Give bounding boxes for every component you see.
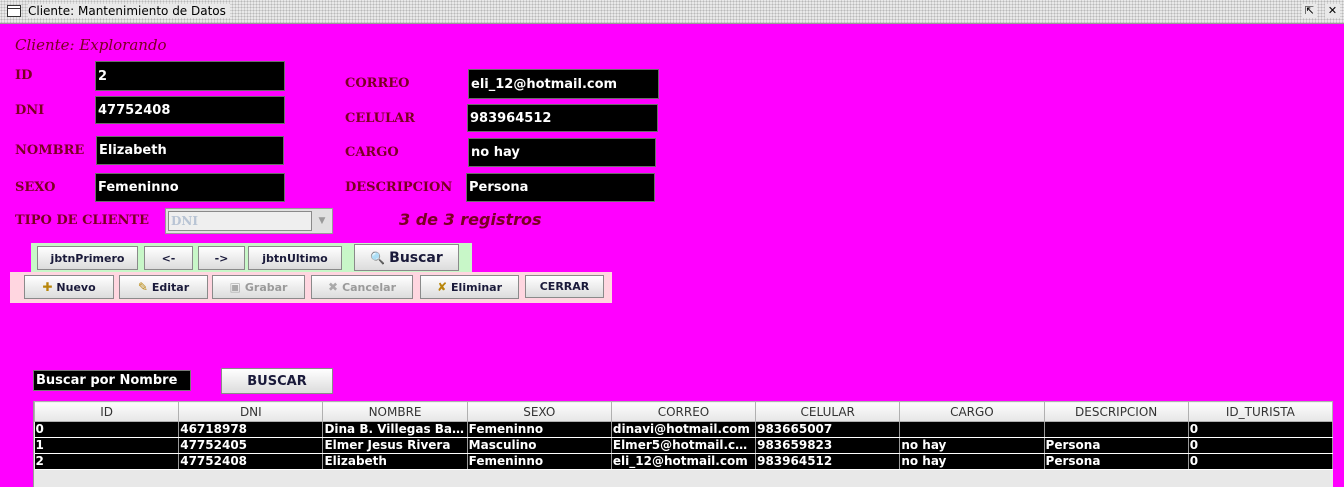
clients-table[interactable]: ID DNI NOMBRE SEXO CORREO CELULAR CARGO DESCRIP…	[33, 401, 1334, 487]
table-cell: no hay	[899, 437, 1045, 454]
next-button[interactable]: ->	[198, 246, 245, 270]
cancel-button[interactable]: ✖ Cancelar	[311, 275, 413, 299]
celular-field[interactable]: 983964512	[467, 104, 658, 132]
table-cell: Dina B. Villegas Bala...	[322, 421, 468, 438]
table-row[interactable]: 2 47752408 Elizabeth Femeninno eli_12@hotmai…	[34, 453, 1334, 470]
save-button-label: Grabar	[244, 280, 288, 294]
table-cell: 1	[34, 437, 180, 454]
first-button[interactable]: jbtnPrimero	[37, 246, 138, 270]
dni-field[interactable]: 47752408	[95, 96, 285, 124]
label-correo: CORREO	[345, 76, 410, 91]
table-cell: 47752408	[178, 453, 324, 470]
user-delete-icon: ✘	[436, 280, 448, 294]
table-cell: Elmer Jesus Rivera	[322, 437, 468, 454]
table-cell: no hay	[899, 453, 1045, 470]
descripcion-field[interactable]: Persona	[466, 173, 655, 202]
table-cell: 46718978	[178, 421, 324, 438]
save-button[interactable]: ▣ Grabar	[212, 275, 305, 299]
table-cell	[1044, 421, 1189, 438]
new-button[interactable]: ✚ Nuevo	[24, 275, 114, 299]
label-tipo-cliente: TIPO DE CLIENTE	[15, 213, 150, 228]
new-button-label: Nuevo	[56, 280, 96, 294]
search-button-label: Buscar	[389, 249, 443, 266]
cancel-icon: ✖	[328, 280, 339, 294]
correo-field[interactable]: eli_12@hotmail.com	[468, 69, 659, 99]
prev-button[interactable]: <-	[144, 246, 193, 270]
table-cell: dinavi@hotmail.com	[611, 421, 757, 438]
column-header-sexo[interactable]: SEXO	[466, 401, 612, 422]
tipo-cliente-value: DNI	[168, 211, 312, 231]
table-cell: 47752405	[178, 437, 324, 454]
user-add-icon: ✚	[42, 280, 53, 294]
sexo-field[interactable]: Femeninno	[95, 173, 285, 202]
buscar-button[interactable]: BUSCAR	[221, 368, 333, 394]
search-by-name-field[interactable]: Buscar por Nombre	[33, 370, 191, 391]
table-cell: 983964512	[755, 453, 901, 470]
table-cell: 983659823	[755, 437, 901, 454]
search-button[interactable]: 🔍 Buscar	[354, 244, 459, 271]
column-header-dni[interactable]: DNI	[178, 401, 324, 422]
table-cell: 0	[1188, 453, 1334, 470]
title-bar: Cliente: Mantenimiento de Datos ⇱ ✕	[0, 0, 1344, 24]
window-title: Cliente: Mantenimiento de Datos	[28, 4, 230, 18]
user-edit-icon: ✎	[137, 280, 148, 294]
window-icon	[7, 5, 21, 17]
column-header-id-turista[interactable]: ID_TURISTA	[1187, 401, 1334, 422]
delete-button[interactable]: ✘ Eliminar	[420, 275, 519, 299]
table-row[interactable]: 1 47752405 Elmer Jesus Rivera Masculino Elme…	[34, 437, 1334, 454]
label-dni: DNI	[15, 103, 45, 118]
label-descripcion: DESCRIPCION	[345, 180, 453, 195]
id-field[interactable]: 2	[95, 61, 285, 91]
table-cell: eli_12@hotmail.com	[611, 453, 757, 470]
label-celular: CELULAR	[345, 111, 416, 126]
table-cell: 2	[34, 453, 180, 470]
table-cell: Femeninno	[467, 421, 612, 438]
magnifier-icon: 🔍	[370, 250, 386, 265]
tipo-cliente-select[interactable]: DNI ▼	[165, 208, 333, 234]
delete-button-label: Eliminar	[451, 280, 503, 294]
floppy-icon: ▣	[229, 280, 241, 294]
table-cell: Elmer5@hotmail.com	[611, 437, 757, 454]
table-cell: Femeninno	[467, 453, 612, 470]
label-nombre: NOMBRE	[15, 143, 85, 158]
chevron-down-icon[interactable]: ▼	[313, 211, 331, 231]
mode-title: Cliente: Explorando	[15, 36, 167, 54]
label-cargo: CARGO	[345, 145, 399, 160]
table-cell: 0	[1188, 437, 1334, 454]
close-button[interactable]: CERRAR	[525, 275, 604, 298]
table-row[interactable]: 0 46718978 Dina B. Villegas Bala... Femenin…	[34, 421, 1334, 438]
table-cell: Persona	[1044, 437, 1189, 454]
last-button[interactable]: jbtnUltimo	[248, 246, 342, 270]
column-header-cargo[interactable]: CARGO	[899, 401, 1045, 422]
label-sexo: SEXO	[15, 180, 56, 195]
cargo-field[interactable]: no hay	[468, 138, 656, 167]
table-cell	[899, 421, 1045, 438]
table-body: 0 46718978 Dina B. Villegas Bala... Femenin…	[34, 421, 1334, 470]
label-id: ID	[15, 68, 33, 83]
table-cell: Elizabeth	[322, 453, 468, 470]
column-header-nombre[interactable]: NOMBRE	[322, 401, 468, 422]
cancel-button-label: Cancelar	[342, 280, 396, 294]
column-header-id[interactable]: ID	[33, 401, 180, 422]
restore-icon[interactable]: ⇱	[1302, 4, 1317, 18]
table-cell: Persona	[1044, 453, 1189, 470]
column-header-celular[interactable]: CELULAR	[755, 401, 901, 422]
column-header-descripcion[interactable]: DESCRIPCION	[1043, 401, 1189, 422]
close-icon[interactable]: ✕	[1325, 4, 1340, 18]
table-cell: 0	[1188, 421, 1334, 438]
edit-button[interactable]: ✎ Editar	[119, 275, 208, 299]
table-cell: 0	[34, 421, 180, 438]
column-header-correo[interactable]: CORREO	[610, 401, 757, 422]
table-header: ID DNI NOMBRE SEXO CORREO CELULAR CARGO DESCRIP…	[33, 401, 1334, 422]
nombre-field[interactable]: Elizabeth	[96, 136, 284, 165]
table-cell: 983665007	[755, 421, 901, 438]
record-count: 3 de 3 registros	[399, 210, 542, 229]
table-cell: Masculino	[467, 437, 612, 454]
edit-button-label: Editar	[151, 280, 190, 294]
